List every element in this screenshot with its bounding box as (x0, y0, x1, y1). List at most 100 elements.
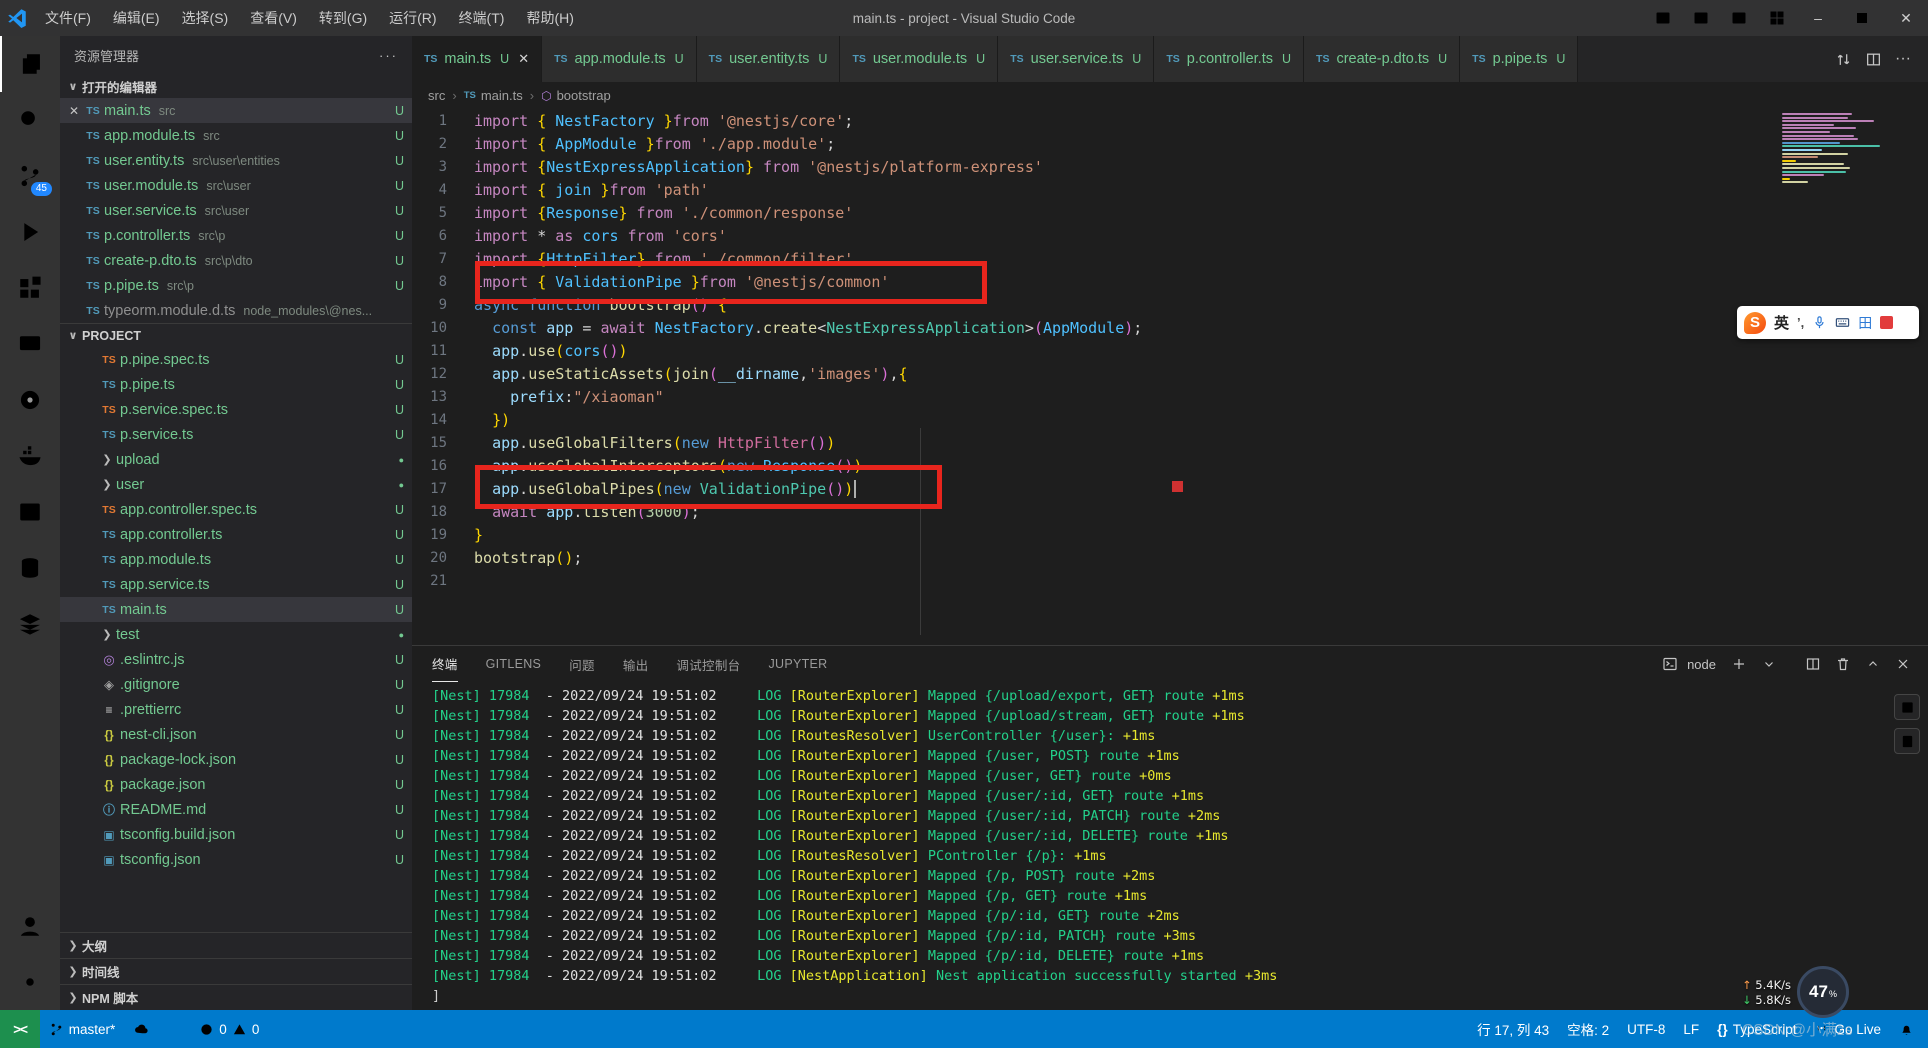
encoding-item[interactable]: UTF-8 (1618, 1010, 1674, 1048)
file-row[interactable]: ✕TSp.pipe.spec.tsU (60, 347, 412, 372)
menu-帮助[interactable]: 帮助(H) (515, 0, 584, 36)
settings-icon[interactable] (0, 954, 60, 1010)
menu-运行[interactable]: 运行(R) (378, 0, 447, 36)
file-row[interactable]: ✕TSapp.controller.tsU (60, 522, 412, 547)
file-row[interactable]: ✕TSmain.tsU (60, 597, 412, 622)
run-and-debug-icon[interactable] (0, 204, 60, 260)
menu-查看[interactable]: 查看(V) (239, 0, 308, 36)
project-header[interactable]: ∨ PROJECT (60, 323, 412, 347)
extensions-icon[interactable] (0, 260, 60, 316)
terminal-dropdown-icon[interactable] (1756, 651, 1782, 677)
file-row[interactable]: ✕◈.gitignoreU (60, 672, 412, 697)
eol-item[interactable]: LF (1674, 1010, 1708, 1048)
performance-ball[interactable]: 47% (1797, 966, 1849, 1018)
notifications-bell-icon[interactable] (1890, 1010, 1928, 1048)
minimap[interactable] (1782, 113, 1912, 193)
remote-indicator[interactable]: >< (0, 1010, 40, 1048)
folder-row[interactable]: ✕❯upload● (60, 447, 412, 472)
file-row[interactable]: ✕TSp.service.spec.tsU (60, 397, 412, 422)
new-terminal-icon[interactable] (1726, 651, 1752, 677)
file-row[interactable]: ✕TSp.pipe.tsU (60, 372, 412, 397)
notebook-icon[interactable] (1894, 728, 1920, 754)
file-row[interactable]: ✕▣tsconfig.jsonU (60, 847, 412, 872)
split-editor-icon[interactable] (1858, 44, 1888, 74)
panel-tab-调试控制台[interactable]: 调试控制台 (676, 646, 740, 682)
panel-tab-GITLENS[interactable]: GITLENS (486, 646, 542, 682)
explorer-icon[interactable] (0, 36, 60, 92)
accounts-icon[interactable] (0, 898, 60, 954)
file-row[interactable]: ✕≡.prettierrcU (60, 697, 412, 722)
git-branch-item[interactable]: master* (40, 1010, 125, 1048)
section-大纲[interactable]: ❯ 大纲 (60, 932, 412, 958)
indentation-item[interactable]: 空格: 2 (1558, 1010, 1618, 1048)
close-button[interactable]: ✕ (1884, 0, 1928, 36)
sogou-logo-icon[interactable]: S (1744, 311, 1766, 334)
search-icon[interactable] (0, 92, 60, 148)
tab-create-p.dto.ts[interactable]: TS create-p.dto.ts U (1304, 36, 1461, 82)
panel-tab-输出[interactable]: 输出 (623, 646, 649, 682)
live-share-icon[interactable] (0, 372, 60, 428)
folder-row[interactable]: ✕❯user● (60, 472, 412, 497)
menu-转到[interactable]: 转到(G) (308, 0, 378, 36)
section-NPM 脚本[interactable]: ❯ NPM 脚本 (60, 984, 412, 1010)
maximize-button[interactable] (1840, 0, 1884, 36)
file-row[interactable]: ✕TSuser.service.tssrc\userU (60, 198, 412, 223)
explorer-more-actions-icon[interactable]: ··· (379, 48, 398, 63)
breadcrumb[interactable]: src › TS main.ts › ⬡ bootstrap (412, 82, 1928, 109)
toggle-secondary-sidebar-icon[interactable] (1720, 0, 1758, 36)
sogou-ime-toolbar[interactable]: S 英 ’, 田 (1737, 306, 1919, 339)
gitlens-compare-icon[interactable] (157, 1010, 190, 1048)
layers-icon[interactable] (0, 596, 60, 652)
file-row[interactable]: ✕TSp.pipe.tssrc\pU (60, 273, 412, 298)
terminal-window-icon[interactable] (0, 484, 60, 540)
terminal-shell-label[interactable]: node (1687, 657, 1716, 672)
file-row[interactable]: ✕TSuser.entity.tssrc\user\entitiesU (60, 148, 412, 173)
database-icon[interactable] (0, 540, 60, 596)
terminal-output[interactable]: [Nest] 17984 - 2022/09/24 19:51:02 LOG [… (412, 682, 1928, 1008)
close-panel-icon[interactable] (1890, 651, 1916, 677)
close-tab-icon[interactable]: ✕ (518, 51, 529, 67)
folder-row[interactable]: ✕❯test● (60, 622, 412, 647)
panel-tab-终端[interactable]: 终端 (432, 646, 458, 682)
file-row[interactable]: ✕TStypeorm.module.d.tsnode_modules\@nes.… (60, 298, 412, 323)
ime-favorites-icon[interactable] (1880, 316, 1894, 329)
source-control-icon[interactable]: 45 (0, 148, 60, 204)
panel-tab-JUPYTER[interactable]: JUPYTER (768, 646, 827, 682)
jupyter-variables-icon[interactable] (1894, 694, 1920, 720)
open-editors-header[interactable]: ∨ 打开的编辑器 (60, 74, 412, 98)
file-row[interactable]: ✕TSapp.service.tsU (60, 572, 412, 597)
toggle-sidebar-icon[interactable] (1644, 0, 1682, 36)
panel-tab-问题[interactable]: 问题 (569, 646, 595, 682)
problems-item[interactable]: 0 0 (190, 1010, 268, 1048)
menu-文件[interactable]: 文件(F) (34, 0, 102, 36)
file-row[interactable]: ✕{}package-lock.jsonU (60, 747, 412, 772)
virtual-keyboard-icon[interactable] (1835, 315, 1850, 330)
file-row[interactable]: ✕ⓘREADME.mdU (60, 797, 412, 822)
editor-more-actions-icon[interactable]: ··· (1888, 44, 1918, 74)
tab-p.pipe.ts[interactable]: TS p.pipe.ts U (1460, 36, 1579, 82)
file-row[interactable]: ✕◎.eslintrc.jsU (60, 647, 412, 672)
section-时间线[interactable]: ❯ 时间线 (60, 958, 412, 984)
ime-punctuation-toggle[interactable]: ’, (1797, 315, 1804, 330)
docker-icon[interactable] (0, 428, 60, 484)
tab-p.controller.ts[interactable]: TS p.controller.ts U (1154, 36, 1305, 82)
maximize-panel-icon[interactable] (1860, 651, 1886, 677)
toggle-panel-icon[interactable] (1682, 0, 1720, 36)
tab-main.ts[interactable]: TS main.ts U ✕ (412, 36, 543, 82)
network-speed-widget[interactable]: ↑ 5.4K/s ↓ 5.8K/s 47% (1742, 966, 1849, 1018)
file-row[interactable]: ✕TScreate-p.dto.tssrc\p\dtoU (60, 248, 412, 273)
file-row[interactable]: ✕ TS main.ts src U (60, 98, 412, 123)
menu-选择[interactable]: 选择(S) (171, 0, 240, 36)
file-row[interactable]: ✕▣tsconfig.build.jsonU (60, 822, 412, 847)
minimize-button[interactable]: – (1796, 0, 1840, 36)
file-row[interactable]: ✕TSp.service.tsU (60, 422, 412, 447)
tab-user.module.ts[interactable]: TS user.module.ts U (840, 36, 999, 82)
file-row[interactable]: ✕{}nest-cli.jsonU (60, 722, 412, 747)
file-row[interactable]: ✕{}package.jsonU (60, 772, 412, 797)
code-editor[interactable]: 1 import { NestFactory } from '@nestjs/cor… (412, 109, 1928, 645)
customize-layout-icon[interactable] (1758, 0, 1796, 36)
kill-terminal-icon[interactable] (1830, 651, 1856, 677)
file-row[interactable]: ✕TSapp.module.tsU (60, 547, 412, 572)
open-changes-icon[interactable] (1828, 44, 1858, 74)
file-row[interactable]: ✕TSp.controller.tssrc\pU (60, 223, 412, 248)
